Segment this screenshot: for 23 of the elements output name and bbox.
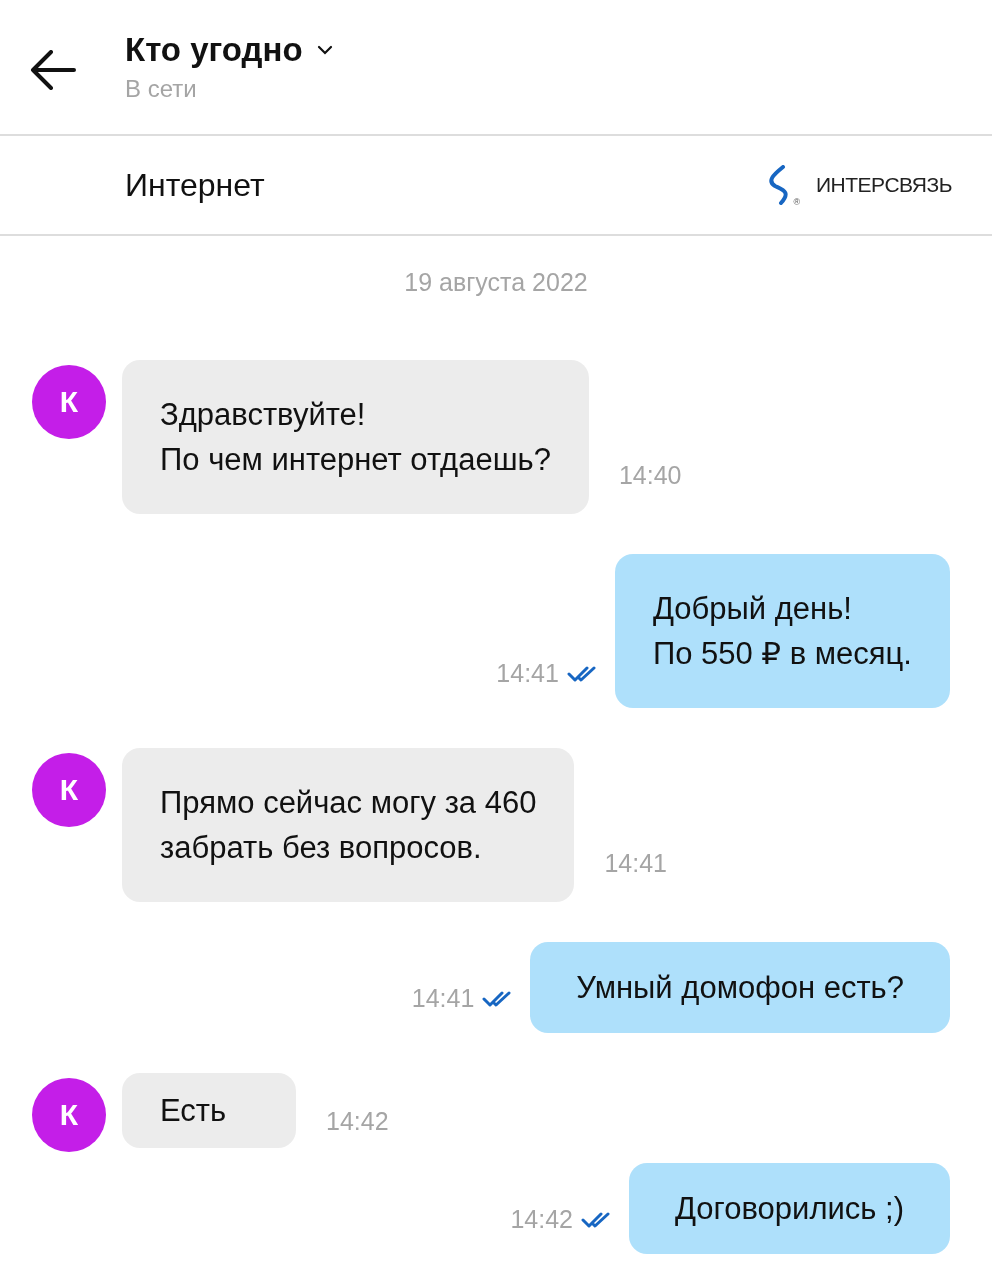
chevron-down-icon[interactable] [316,45,333,55]
chat-title[interactable]: Кто угодно [125,31,303,69]
message-bubble: Есть [122,1073,296,1148]
registered-mark: ® [793,197,800,207]
avatar[interactable]: К [32,1078,106,1152]
message-time: 14:42 [326,1107,389,1136]
message-bubble: Добрый день! По 550 ₽ в месяц. [614,554,950,708]
avatar[interactable]: К [32,753,106,827]
date-label: 19 августа 2022 [403,268,589,297]
avatar[interactable]: К [32,365,106,439]
message-time: 14:41 [411,984,475,1013]
message-time: 14:42 [510,1205,573,1234]
message-time: 14:41 [496,659,559,688]
message-bubble: Договорились ;) [629,1163,950,1254]
message-bubble: Здравствуйте! По чем интернет отдаешь? [122,360,589,514]
back-icon[interactable] [30,50,76,90]
message-time: 14:41 [604,849,667,878]
message-bubble: Прямо сейчас могу за 460 забрать без вопросов. [122,748,575,902]
brand-name: ИНТЕРСВЯЗЬ [816,173,952,197]
message-bubble: Умный домофон есть? [530,942,950,1033]
online-status: В сети [125,75,198,103]
message-time: 14:40 [618,461,682,490]
topic-title: Интернет [125,166,265,204]
